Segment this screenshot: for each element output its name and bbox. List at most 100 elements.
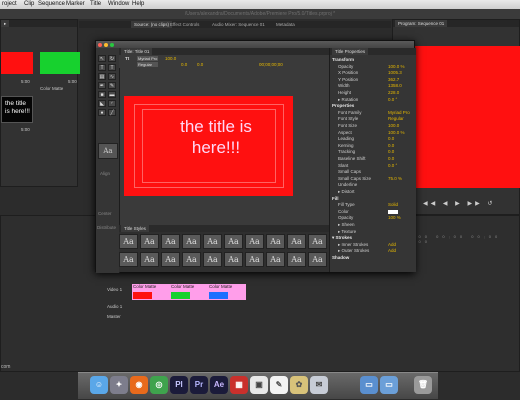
- style-swatch[interactable]: Aa: [140, 252, 159, 267]
- property-row[interactable]: Width 1358.0: [338, 83, 418, 88]
- property-value[interactable]: 0.0: [388, 136, 394, 141]
- selection-tool-icon[interactable]: ↖: [98, 55, 106, 62]
- property-value[interactable]: 75.0 %: [388, 176, 402, 181]
- property-section-header[interactable]: Transform: [332, 57, 412, 62]
- title-thumbnail[interactable]: the title is here!!!: [1, 96, 33, 123]
- arc-tool-icon[interactable]: ◜: [108, 100, 116, 107]
- property-row[interactable]: Small Caps Size 75.0 %: [338, 176, 418, 181]
- property-row[interactable]: ▸ Outer Strokes Add: [338, 248, 418, 254]
- timecode-value[interactable]: 00;00;00;00: [259, 62, 283, 67]
- leading-value[interactable]: 0.0: [181, 62, 187, 67]
- textedit-icon[interactable]: ✎: [270, 376, 288, 394]
- timeline-clip[interactable]: Color Matte: [132, 284, 170, 300]
- property-value[interactable]: 362.7: [388, 77, 399, 82]
- style-swatch[interactable]: Aa: [203, 234, 222, 249]
- property-value[interactable]: Solid: [388, 202, 398, 207]
- property-section-header[interactable]: ▾ Strokes: [332, 235, 412, 241]
- style-swatch[interactable]: Aa: [161, 252, 180, 267]
- style-swatch[interactable]: Aa: [308, 252, 327, 267]
- vertical-type-tool-icon[interactable]: T: [108, 64, 116, 71]
- property-value[interactable]: Myriad Pro: [388, 110, 410, 115]
- property-row[interactable]: Aspect 100.0 %: [338, 130, 418, 135]
- menu-help[interactable]: Help: [132, 1, 144, 7]
- ellipse-tool-icon[interactable]: ●: [98, 109, 106, 116]
- property-value[interactable]: 0.0 °: [388, 163, 397, 168]
- property-row[interactable]: Opacity 100.0 %: [338, 64, 418, 69]
- menu-window[interactable]: Window: [108, 1, 129, 7]
- property-section-header[interactable]: Fill: [332, 196, 412, 201]
- tab-effect-controls[interactable]: Effect Controls: [167, 21, 202, 28]
- title-window-titlebar[interactable]: [96, 41, 414, 48]
- mail-icon[interactable]: ✉: [310, 376, 328, 394]
- pen-tool-icon[interactable]: ✒: [98, 82, 106, 89]
- style-swatch[interactable]: Aa: [287, 252, 306, 267]
- launchpad-icon[interactable]: ✦: [110, 376, 128, 394]
- property-value[interactable]: 100 %: [388, 215, 401, 220]
- premiere-icon[interactable]: Pr: [190, 376, 208, 394]
- area-type-tool-icon[interactable]: ▤: [98, 73, 106, 80]
- tab-project[interactable]: ▸: [1, 20, 10, 27]
- property-row[interactable]: Y Position 362.7: [338, 77, 418, 82]
- property-value[interactable]: 100.0: [388, 123, 399, 128]
- chrome-icon[interactable]: ◎: [150, 376, 168, 394]
- track-header-video[interactable]: Video 1: [85, 286, 123, 294]
- property-value[interactable]: 228.0: [388, 90, 399, 95]
- trash-icon[interactable]: 🗑: [414, 376, 432, 394]
- property-row[interactable]: Kerning 0.0: [338, 143, 418, 148]
- property-value[interactable]: 1358.0: [388, 83, 402, 88]
- anchor-tool-icon[interactable]: ✎: [108, 82, 116, 89]
- photos-icon[interactable]: ✿: [290, 376, 308, 394]
- property-row[interactable]: Baseline Shift 0.0: [338, 156, 418, 161]
- zoom-icon[interactable]: [110, 42, 114, 47]
- style-swatch[interactable]: Aa: [245, 234, 264, 249]
- style-swatch[interactable]: Aa: [182, 234, 201, 249]
- style-swatch[interactable]: Aa: [161, 234, 180, 249]
- style-swatch[interactable]: Aa: [203, 252, 222, 267]
- tab-title-styles[interactable]: Title Styles: [121, 225, 149, 232]
- timeline-clip[interactable]: Color Matte: [170, 284, 208, 300]
- style-swatch[interactable]: Aa: [245, 252, 264, 267]
- title-canvas[interactable]: the title is here!!!: [124, 96, 293, 196]
- property-value[interactable]: 0.0: [388, 156, 394, 161]
- property-row[interactable]: Font Family Myriad Pro: [338, 110, 418, 115]
- after-effects-icon[interactable]: Ae: [210, 376, 228, 394]
- prelude-icon[interactable]: Pl: [170, 376, 188, 394]
- property-value[interactable]: 1005.3: [388, 70, 402, 75]
- kerning-value[interactable]: 0.0: [197, 62, 203, 67]
- style-swatch[interactable]: Aa: [287, 234, 306, 249]
- menu-title[interactable]: Title: [90, 1, 101, 7]
- rectangle-tool-icon[interactable]: ■: [98, 91, 106, 98]
- calendar-icon[interactable]: ▦: [230, 376, 248, 394]
- style-swatch[interactable]: Aa: [140, 234, 159, 249]
- property-row[interactable]: ▸ Texture: [338, 229, 418, 235]
- fill-color-swatch[interactable]: [388, 209, 398, 214]
- style-swatch[interactable]: Aa: [266, 252, 285, 267]
- property-section-header[interactable]: Properties: [332, 103, 412, 108]
- style-swatch[interactable]: Aa: [119, 234, 138, 249]
- wedge-tool-icon[interactable]: ◣: [98, 100, 106, 107]
- property-row[interactable]: Font Size 100.0: [338, 123, 418, 128]
- style-swatch[interactable]: Aa: [224, 234, 243, 249]
- timeline-clip[interactable]: Color Matte: [208, 284, 246, 300]
- property-value[interactable]: 0.0 °: [388, 97, 397, 102]
- title-canvas-text[interactable]: the title is here!!!: [171, 116, 261, 158]
- property-value[interactable]: Add: [388, 248, 396, 253]
- rounded-rect-tool-icon[interactable]: ▬: [108, 91, 116, 98]
- menu-clip[interactable]: Clip: [24, 1, 34, 7]
- program-transport[interactable]: ◀◀ ◀ ▶ ▶▶ ↺: [423, 200, 519, 208]
- red-matte-thumbnail[interactable]: [1, 52, 33, 74]
- menu-sequence[interactable]: Sequence: [38, 1, 65, 7]
- close-icon[interactable]: [98, 42, 102, 47]
- folder-icon[interactable]: ▭: [360, 376, 378, 394]
- tab-source[interactable]: Source: (no clips): [131, 21, 173, 28]
- style-swatch[interactable]: Aa: [266, 234, 285, 249]
- property-row[interactable]: X Position 1005.3: [338, 70, 418, 75]
- property-row[interactable]: Underline: [338, 182, 418, 187]
- property-row[interactable]: ▸ Rotation 0.0 °: [338, 97, 418, 103]
- property-section-header[interactable]: Shadow: [332, 255, 412, 260]
- property-value[interactable]: Regular: [388, 116, 404, 121]
- finder-icon[interactable]: ☺: [90, 376, 108, 394]
- style-swatch[interactable]: Aa: [182, 252, 201, 267]
- menu-project[interactable]: roject: [2, 1, 17, 7]
- property-row[interactable]: Small Caps: [338, 169, 418, 174]
